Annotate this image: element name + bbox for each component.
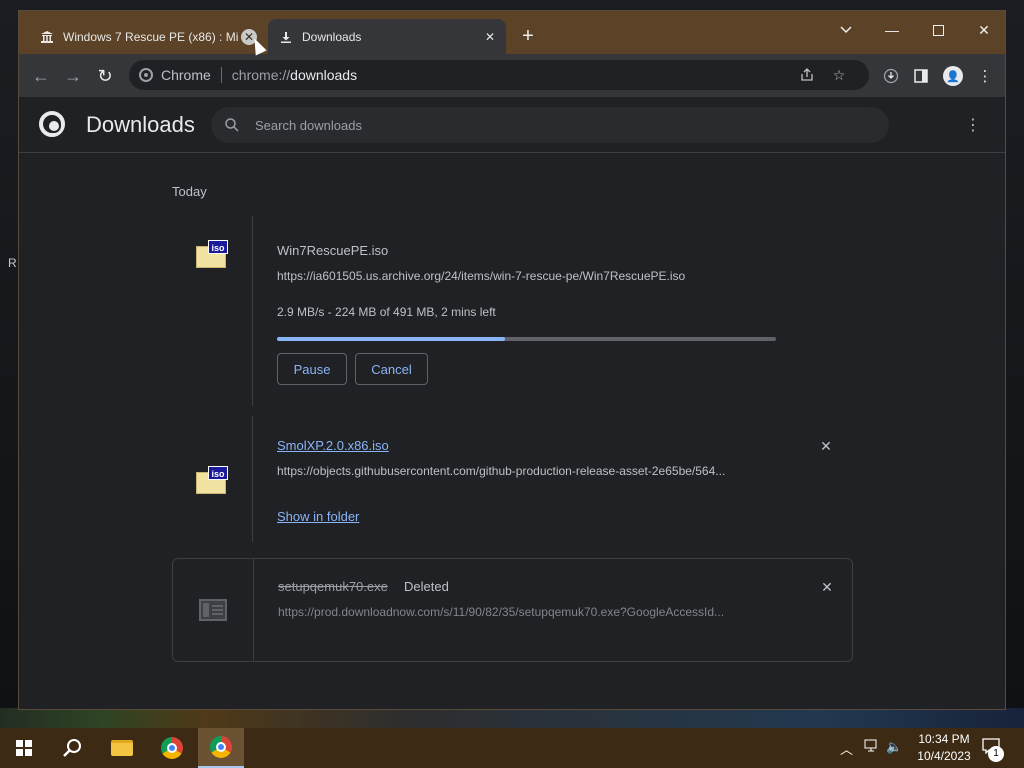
share-icon[interactable] xyxy=(797,65,817,85)
download-item-icon-column: iso xyxy=(172,216,253,406)
desktop-wallpaper-strip xyxy=(0,708,1024,728)
volume-icon[interactable]: 🔈 xyxy=(886,739,902,755)
clock-time[interactable]: 10:34 PM xyxy=(914,732,974,746)
downloads-header: Downloads ⋮ xyxy=(19,97,1005,153)
browser-toolbar: ← → ↻ Chrome chrome://downloads ☆ 👤 ⋮ xyxy=(19,54,1005,97)
download-url[interactable]: https://ia601505.us.archive.org/24/items… xyxy=(277,269,777,283)
download-status-badge: Deleted xyxy=(404,579,449,594)
iso-file-icon: iso xyxy=(196,240,228,268)
tab-title: Downloads xyxy=(302,29,362,44)
download-item: iso SmolXP.2.0.x86.iso https://objects.g… xyxy=(172,416,853,542)
browser-menu-icon[interactable]: ⋮ xyxy=(971,62,999,90)
cancel-button[interactable]: Cancel xyxy=(355,353,428,385)
clock-date[interactable]: 10/4/2023 xyxy=(914,749,974,763)
archive-building-icon xyxy=(39,29,55,45)
date-group-label: Today xyxy=(172,184,207,199)
download-arrow-icon xyxy=(278,29,294,45)
search-input[interactable] xyxy=(255,117,855,133)
network-icon[interactable] xyxy=(864,739,880,756)
download-progress-text: 2.9 MB/s - 224 MB of 491 MB, 2 mins left xyxy=(277,305,496,319)
iso-file-icon: iso xyxy=(196,466,228,494)
remove-download-close-icon[interactable]: ✕ xyxy=(819,579,835,595)
download-progress-fill xyxy=(277,337,505,341)
forward-arrow-icon[interactable]: → xyxy=(58,61,88,91)
browser-window: Windows 7 Rescue PE (x86) : Mi ✕ Downloa… xyxy=(18,10,1006,710)
download-item-icon-column xyxy=(173,559,254,661)
tab-strip: Windows 7 Rescue PE (x86) : Mi ✕ Downloa… xyxy=(19,11,1005,54)
exe-file-icon xyxy=(199,599,227,621)
tab-close-icon[interactable]: ✕ xyxy=(482,29,498,45)
back-arrow-icon[interactable]: ← xyxy=(26,61,56,91)
notification-count-badge: 1 xyxy=(988,746,1004,762)
search-icon xyxy=(223,116,241,134)
system-tray: ︿ 🔈 10:34 PM 10/4/2023 1 xyxy=(836,728,1024,768)
page-title: Downloads xyxy=(86,112,195,137)
download-filename-link[interactable]: SmolXP.2.0.x86.iso xyxy=(277,438,389,453)
chrome-page-icon xyxy=(139,68,153,82)
download-item-icon-column: iso xyxy=(172,416,253,542)
side-panel-icon[interactable] xyxy=(907,62,935,90)
download-url: https://prod.downloadnow.com/s/11/90/82/… xyxy=(278,605,725,619)
start-button[interactable] xyxy=(0,728,48,768)
close-window-button[interactable]: ✕ xyxy=(961,15,1005,45)
tab-downloads[interactable]: Downloads ✕ xyxy=(268,19,506,54)
reload-icon[interactable]: ↻ xyxy=(90,61,120,91)
download-filename[interactable]: Win7RescuePE.iso xyxy=(277,243,388,258)
taskbar-search-icon[interactable] xyxy=(48,728,96,768)
desktop-edge-glyph: R xyxy=(8,256,17,270)
minimize-button[interactable]: — xyxy=(869,15,915,45)
omnibox-chip-label: Chrome xyxy=(161,67,211,83)
downloads-list: Today iso Win7RescuePE.iso https://ia601… xyxy=(19,154,1005,709)
bookmark-star-icon[interactable]: ☆ xyxy=(829,65,849,85)
download-url[interactable]: https://objects.githubusercontent.com/gi… xyxy=(277,464,797,478)
tab-windows-7-rescue-pe[interactable]: Windows 7 Rescue PE (x86) : Mi ✕ xyxy=(29,19,265,54)
file-explorer-icon[interactable] xyxy=(98,728,146,768)
tab-title: Windows 7 Rescue PE (x86) : Mi xyxy=(63,29,239,44)
chrome-logo-icon xyxy=(39,111,65,137)
show-in-folder-link[interactable]: Show in folder xyxy=(277,509,359,524)
maximize-button[interactable] xyxy=(915,15,961,45)
search-downloads-box[interactable] xyxy=(211,107,889,143)
download-progress-bar xyxy=(277,337,776,341)
new-tab-button[interactable]: + xyxy=(517,26,539,48)
downloads-menu-icon[interactable]: ⋮ xyxy=(963,115,983,135)
windows-logo-icon xyxy=(16,740,32,756)
address-bar[interactable]: Chrome chrome://downloads ☆ xyxy=(129,60,869,90)
omnibox-separator xyxy=(220,67,222,83)
tray-chevron-up-icon[interactable]: ︿ xyxy=(840,739,853,758)
omnibox-url: chrome://downloads xyxy=(231,67,358,83)
pause-button[interactable]: Pause xyxy=(277,353,347,385)
download-item: iso Win7RescuePE.iso https://ia601505.us… xyxy=(172,216,853,406)
tab-search-chevron-icon[interactable] xyxy=(823,15,869,45)
download-filename-deleted: setupqemuk70.exe xyxy=(278,579,388,594)
chrome-taskbar-icon[interactable] xyxy=(148,728,196,768)
chrome-active-taskbar-icon[interactable] xyxy=(198,728,244,768)
profile-avatar-icon[interactable]: 👤 xyxy=(943,66,963,86)
downloads-toolbar-icon[interactable] xyxy=(877,62,905,90)
remove-download-close-icon[interactable]: ✕ xyxy=(818,438,834,454)
download-item: setupqemuk70.exe Deleted https://prod.do… xyxy=(172,558,853,662)
